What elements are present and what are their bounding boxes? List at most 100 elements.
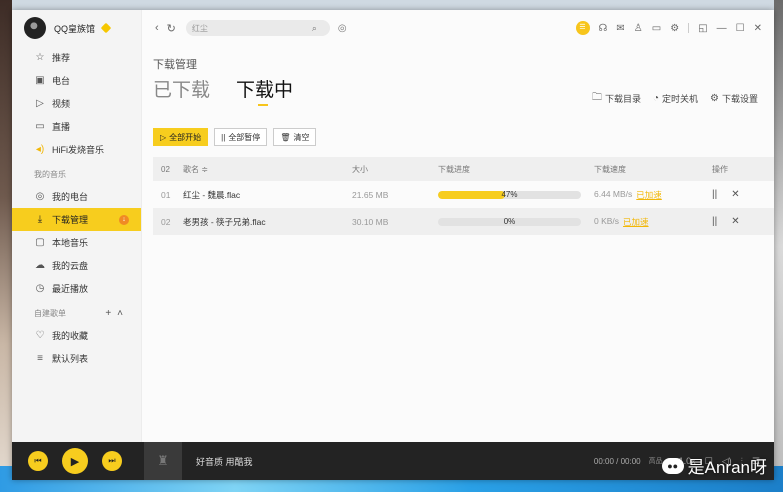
button-label: 全部暂停 xyxy=(228,132,261,142)
row-number: 01 xyxy=(161,189,171,200)
sidebar-item-label: 最近播放 xyxy=(52,284,89,294)
button-label: 清空 xyxy=(293,132,310,142)
header-count: 02 xyxy=(161,164,170,174)
clear-button[interactable]: 🗑 清空 xyxy=(273,128,317,146)
sidebar-item-favorites[interactable]: ♡ 我的收藏 xyxy=(12,324,141,347)
download-table: 02 歌名 ≑ 大小 下载进度 下载速度 操作 01 红尘 - 魏晨.flac … xyxy=(153,157,774,235)
download-dir-link[interactable]: 🗀 下载目录 xyxy=(592,90,641,107)
song-name: 老男孩 - 筷子兄弟.flac xyxy=(183,216,266,227)
timer-shutdown-link[interactable]: ◔ 定时关机 xyxy=(653,90,698,107)
radio-icon: ◎ xyxy=(35,191,45,202)
file-size: 21.65 MB xyxy=(352,189,389,200)
progress-bar: 0% xyxy=(438,217,581,226)
pause-icon[interactable]: || xyxy=(712,216,717,227)
delete-icon[interactable]: ✕ xyxy=(731,189,739,200)
search-icon[interactable]: ⌕ xyxy=(312,23,317,34)
username[interactable]: QQ皇族馆 xyxy=(54,22,95,35)
download-icon: ⤓ xyxy=(37,214,43,225)
download-settings-link[interactable]: ⚙ 下载设置 xyxy=(710,90,758,107)
history-nav: ‹ ↻ xyxy=(155,22,176,35)
folder-icon: 🗀 xyxy=(591,92,602,103)
my-music-section-title: 我的音乐 xyxy=(12,163,141,185)
progress-bar: 47% xyxy=(438,190,581,199)
progress-percent: 0% xyxy=(503,217,516,226)
pause-all-button[interactable]: || 全部暂停 xyxy=(214,128,268,146)
vip-diamond-icon[interactable] xyxy=(100,22,112,34)
header-name[interactable]: 歌名 ≑ xyxy=(183,164,352,175)
album-cover[interactable]: ♜ xyxy=(144,442,182,480)
sidebar-item-recent[interactable]: ◷ 最近播放 xyxy=(12,277,141,300)
search-box[interactable]: ⌕ xyxy=(185,20,330,36)
sidebar-item-hifi[interactable]: ◂) HiFi发烧音乐 xyxy=(12,138,141,161)
sidebar-item-label: HiFi发烧音乐 xyxy=(52,145,104,155)
sidebar-item-my-radio[interactable]: ◎ 我的电台 xyxy=(12,185,141,208)
previous-button[interactable]: ⏮ xyxy=(28,451,48,471)
tab-downloaded[interactable]: 已下载 xyxy=(153,75,210,102)
collapse-icon[interactable]: ˄ xyxy=(117,308,129,319)
message-icon[interactable]: ✉ xyxy=(616,23,624,34)
music-box-icon: ♜ xyxy=(157,453,169,468)
vip-icon[interactable]: ☰ xyxy=(575,21,590,35)
file-size: 30.10 MB xyxy=(352,216,389,227)
mini-player-icon[interactable]: ◱ xyxy=(698,23,707,34)
delete-icon[interactable]: ✕ xyxy=(731,216,739,227)
maximize-icon[interactable]: ☐ xyxy=(736,23,745,34)
sidebar-item-label: 视频 xyxy=(52,99,71,109)
watermark: ●● 是Anran呀 xyxy=(661,453,767,478)
mini-mode-icon[interactable]: ▭ xyxy=(652,23,661,34)
profile[interactable]: QQ皇族馆 xyxy=(12,10,141,46)
sidebar-item-label: 本地音乐 xyxy=(52,238,89,248)
avatar[interactable] xyxy=(24,17,46,39)
close-icon[interactable]: ✕ xyxy=(754,23,762,34)
star-icon: ☆ xyxy=(35,52,45,63)
settings-icon[interactable]: ⚙ xyxy=(670,23,679,34)
minimize-icon[interactable]: — xyxy=(717,23,727,34)
player-bar: ⏮ ▶ ⏭ ♜ 好音质 用酷我 00:00 / 00:00 高品 1.0x ☐ … xyxy=(12,442,774,480)
skin-icon[interactable]: ♙ xyxy=(634,23,643,34)
sidebar-item-label: 直播 xyxy=(52,122,71,132)
start-all-button[interactable]: ▷ 全部开始 xyxy=(153,128,209,146)
sidebar-item-radio[interactable]: ▣ 电台 xyxy=(12,69,141,92)
sidebar-item-recommend[interactable]: ☆ 推荐 xyxy=(12,46,141,69)
sidebar-item-local-music[interactable]: ▢ 本地音乐 xyxy=(12,231,141,254)
table-row[interactable]: 01 红尘 - 魏晨.flac 21.65 MB 47% 6.44 MB/s 已… xyxy=(153,181,774,208)
back-icon[interactable]: ‹ xyxy=(155,22,159,35)
backdrop-left-image xyxy=(0,0,12,492)
sidebar-item-label: 我的云盘 xyxy=(52,261,89,271)
progress-cell: 47% xyxy=(438,190,594,199)
sidebar-item-video[interactable]: ▷ 视频 xyxy=(12,92,141,115)
trash-icon: 🗑 xyxy=(280,132,291,142)
sidebar-item-default-list[interactable]: ≡ 默认列表 xyxy=(12,347,141,370)
link-label: 下载目录 xyxy=(604,94,641,104)
sidebar-item-download-manager[interactable]: ⤓ 下载管理 ↓ xyxy=(12,208,141,231)
breadcrumb: 下载管理 xyxy=(153,59,197,71)
headphones-icon[interactable]: ☊ xyxy=(599,23,608,34)
watermark-text: 是Anran呀 xyxy=(687,458,767,477)
play-time: 00:00 / 00:00 xyxy=(593,456,641,466)
play-button[interactable]: ▶ xyxy=(62,448,88,474)
ops-cell: || ✕ xyxy=(702,216,774,227)
live-icon: ▭ xyxy=(35,121,45,132)
play-icon: ▷ xyxy=(160,132,167,142)
main-content: 下载管理 已下载 下载中 🗀 下载目录 ◔ 定时关机 ⚙ 下载设置 ▷ 全部开始 || 全… xyxy=(143,46,774,442)
next-button[interactable]: ⏭ xyxy=(102,451,122,471)
section-title-text: 我的音乐 xyxy=(34,169,66,179)
quality-selector[interactable]: 高品 xyxy=(649,456,663,466)
sidebar-item-cloud[interactable]: ☁ 我的云盘 xyxy=(12,254,141,277)
sidebar-item-label: 下载管理 xyxy=(52,215,89,225)
accelerated-link[interactable]: 已加速 xyxy=(623,216,649,228)
tab-downloading[interactable]: 下载中 xyxy=(236,75,293,106)
section-title-text: 自建歌单 xyxy=(34,308,66,318)
sidebar: QQ皇族馆 ☆ 推荐 ▣ 电台 ▷ 视频 ▭ 直播 ◂) HiFi发烧音乐 我的… xyxy=(12,10,142,442)
voice-search-icon[interactable]: ◎ xyxy=(338,23,347,34)
refresh-icon[interactable]: ↻ xyxy=(167,22,176,35)
progress-percent: 47% xyxy=(501,190,518,199)
speed-cell: 0 KB/s 已加速 xyxy=(594,216,702,228)
sidebar-item-live[interactable]: ▭ 直播 xyxy=(12,115,141,138)
pause-icon[interactable]: || xyxy=(712,189,717,200)
search-input[interactable] xyxy=(191,23,312,33)
accelerated-link[interactable]: 已加速 xyxy=(636,189,662,201)
download-links: 🗀 下载目录 ◔ 定时关机 ⚙ 下载设置 xyxy=(592,90,758,107)
table-row[interactable]: 02 老男孩 - 筷子兄弟.flac 30.10 MB 0% 0 KB/s 已加… xyxy=(153,208,774,235)
add-playlist-icon[interactable]: + xyxy=(105,308,117,319)
